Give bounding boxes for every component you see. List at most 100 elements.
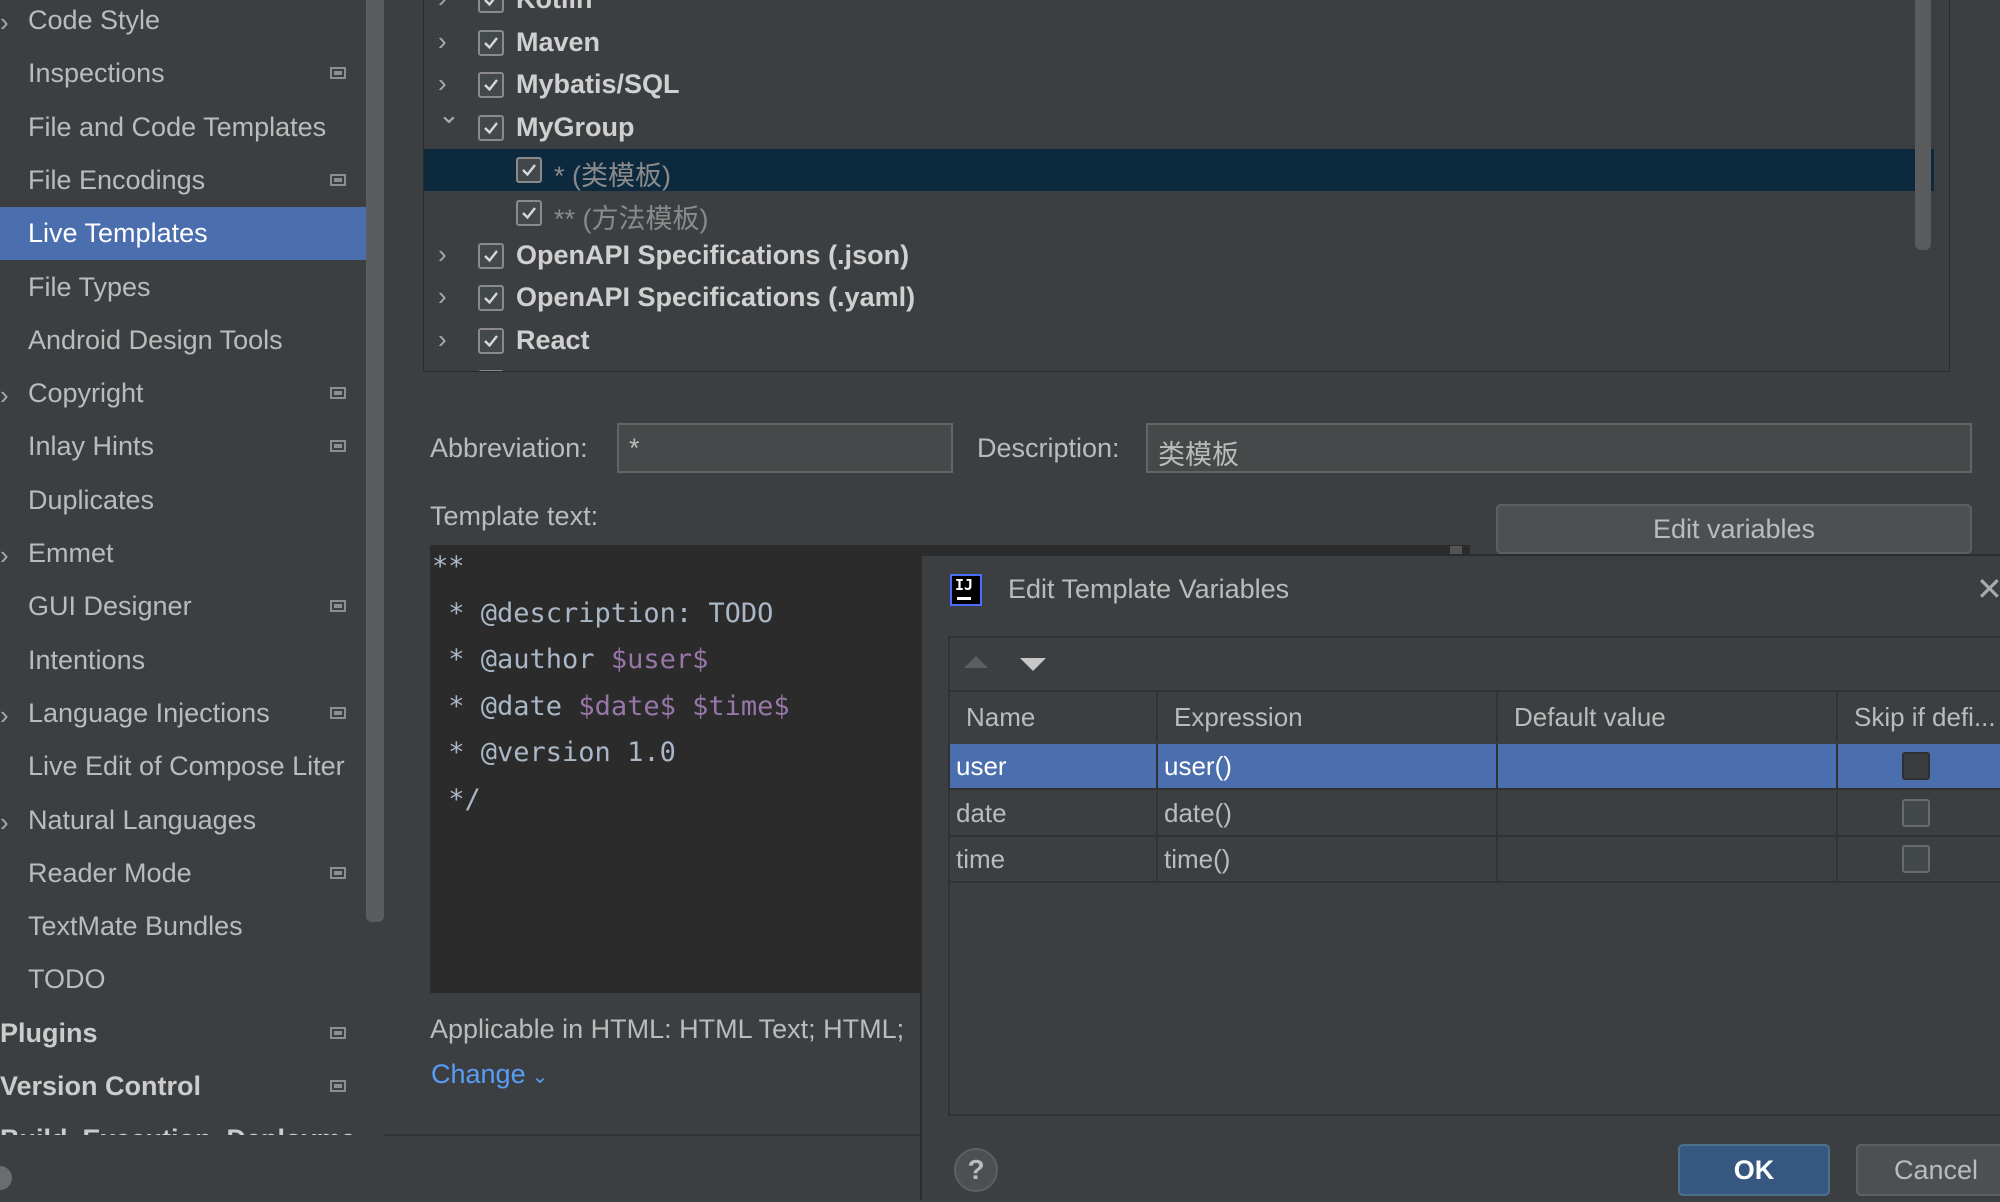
tree-row-label: MyGroup [516,111,635,142]
template-checkbox[interactable] [478,285,504,312]
sidebar-item-file-and-code-templates[interactable]: File and Code Templates [0,101,384,154]
chevron-right-icon[interactable]: › [0,7,9,38]
sidebar-item-label: Copyright [28,378,144,409]
sidebar-item-live-edit-of-compose-liter[interactable]: Live Edit of Compose Liter [0,740,384,793]
sidebar-item-language-injections[interactable]: › Language Injections [0,687,384,740]
tree-row-label: Shell Script [516,367,665,371]
template-checkbox[interactable] [478,370,504,371]
tree-row-label: OpenAPI Specifications (.yaml) [516,282,916,313]
sidebar-item-todo[interactable]: TODO [0,953,384,1006]
sidebar-item-live-templates[interactable]: Live Templates [0,207,384,261]
sidebar-item-emmet[interactable]: › Emmet [0,527,384,580]
chevron-right-icon[interactable]: › [0,807,9,838]
sidebar-item-file-types[interactable]: File Types [0,261,384,314]
help-round-icon[interactable] [0,1166,12,1190]
cancel-button[interactable]: Cancel [1856,1144,2000,1196]
sidebar-item-intentions[interactable]: Intentions [0,634,384,687]
sidebar-item-copyright[interactable]: › Copyright [0,367,384,420]
template-group-row[interactable]: › Maven [424,22,1934,64]
template-checkbox[interactable] [478,29,504,56]
column-header-default-value[interactable]: Default value [1498,692,1838,742]
project-scope-icon [330,387,346,400]
template-checkbox[interactable] [478,242,504,269]
variable-expression-cell[interactable]: time() [1158,837,1498,881]
edit-variables-button[interactable]: Edit variables [1496,504,1972,554]
sidebar-scrollbar[interactable] [366,0,384,922]
template-group-row[interactable]: › Mybatis/SQL [424,64,1934,106]
chevron-right-icon[interactable]: › [0,700,9,731]
variable-expression-cell[interactable]: user() [1158,744,1498,788]
variable-default-value-cell[interactable] [1498,837,1838,881]
column-header-expression[interactable]: Expression [1158,692,1498,742]
sidebar-item-file-encodings[interactable]: File Encodings [0,154,384,207]
variable-name-cell[interactable]: user [950,744,1158,788]
help-button[interactable]: ? [954,1148,998,1192]
description-input[interactable]: 类模板 [1146,423,1972,473]
template-checkbox[interactable] [478,327,504,354]
sidebar-item-duplicates[interactable]: Duplicates [0,474,384,527]
code-text: */ [432,784,481,815]
column-header-skip-if-defined[interactable]: Skip if defi... [1838,692,2000,742]
chevron-right-icon[interactable]: › [438,366,447,371]
template-row[interactable]: * (类模板) [424,149,1934,192]
sidebar-item-code-style[interactable]: › Code Style [0,0,384,47]
variable-row[interactable]: time time() [950,837,2000,883]
sidebar-item-natural-languages[interactable]: › Natural Languages [0,794,384,847]
template-group-row[interactable]: › Shell Script [424,362,1934,371]
close-icon[interactable]: ✕ [1976,570,2000,608]
template-group-row[interactable]: › Kotlin [424,0,1934,21]
skip-if-defined-checkbox[interactable] [1902,798,1930,827]
template-checkbox[interactable] [516,200,542,226]
chevron-right-icon[interactable]: › [0,380,9,411]
skip-if-defined-checkbox[interactable] [1902,845,1930,873]
sidebar-item-version-control[interactable]: Version Control [0,1060,384,1113]
template-group-row[interactable]: ⌄ MyGroup [424,99,1934,149]
skip-if-defined-checkbox[interactable] [1902,752,1930,780]
variable-default-value-cell[interactable] [1498,744,1838,788]
move-up-icon[interactable] [964,656,988,668]
tree-scrollbar[interactable] [1915,0,1931,250]
sidebar-item-plugins[interactable]: Plugins [0,1007,384,1060]
variable-default-value-cell[interactable] [1498,790,1838,835]
sidebar-item-build-execution-deployme[interactable]: Build, Execution, Deployme [0,1113,384,1135]
template-group-row[interactable]: › OpenAPI Specifications (.yaml) [424,277,1934,319]
ok-button[interactable]: OK [1678,1144,1830,1196]
column-header-name[interactable]: Name [950,692,1158,742]
sidebar-item-inlay-hints[interactable]: Inlay Hints [0,420,384,473]
template-checkbox[interactable] [478,114,504,141]
tree-row-label: Kotlin [516,0,592,15]
chevron-right-icon[interactable]: › [438,26,447,57]
chevron-down-icon[interactable]: ⌄ [438,99,460,130]
code-text: * @description: TODO [432,597,774,629]
move-down-icon[interactable] [1020,658,1046,671]
variable-name-cell[interactable]: time [950,837,1158,881]
chevron-right-icon[interactable]: › [438,239,447,270]
change-contexts-link[interactable]: Change ⌄ [431,1059,548,1090]
chevron-right-icon[interactable]: › [438,324,447,355]
template-checkbox[interactable] [516,157,542,184]
abbreviation-input[interactable]: * [617,423,953,473]
chevron-right-icon[interactable]: › [438,68,447,99]
code-line: * @author $user$ [432,644,708,675]
template-group-row[interactable]: › React [424,320,1934,362]
sidebar-item-label: TextMate Bundles [28,911,243,942]
sidebar-item-android-design-tools[interactable]: Android Design Tools [0,314,384,367]
variable-name-cell[interactable]: date [950,790,1158,835]
sidebar-item-textmate-bundles[interactable]: TextMate Bundles [0,900,384,953]
variable-row[interactable]: date date() [950,790,2000,837]
sidebar-item-gui-designer[interactable]: GUI Designer [0,580,384,633]
chevron-right-icon[interactable]: › [438,281,447,312]
template-group-row[interactable]: › OpenAPI Specifications (.json) [424,235,1934,277]
sidebar-item-label: Reader Mode [28,857,192,888]
sidebar-item-inspections[interactable]: Inspections [0,47,384,100]
chevron-right-icon[interactable]: › [0,540,9,571]
change-link-label: Change [431,1059,526,1089]
template-checkbox[interactable] [478,72,504,99]
variable-row[interactable]: user user() [950,744,2000,790]
sidebar-item-reader-mode[interactable]: Reader Mode [0,847,384,900]
variables-toolbar [950,638,2000,692]
template-row[interactable]: ** (方法模板) [424,192,1934,234]
template-checkbox[interactable] [478,0,504,13]
chevron-right-icon[interactable]: › [438,0,447,14]
variable-expression-cell[interactable]: date() [1158,790,1498,835]
